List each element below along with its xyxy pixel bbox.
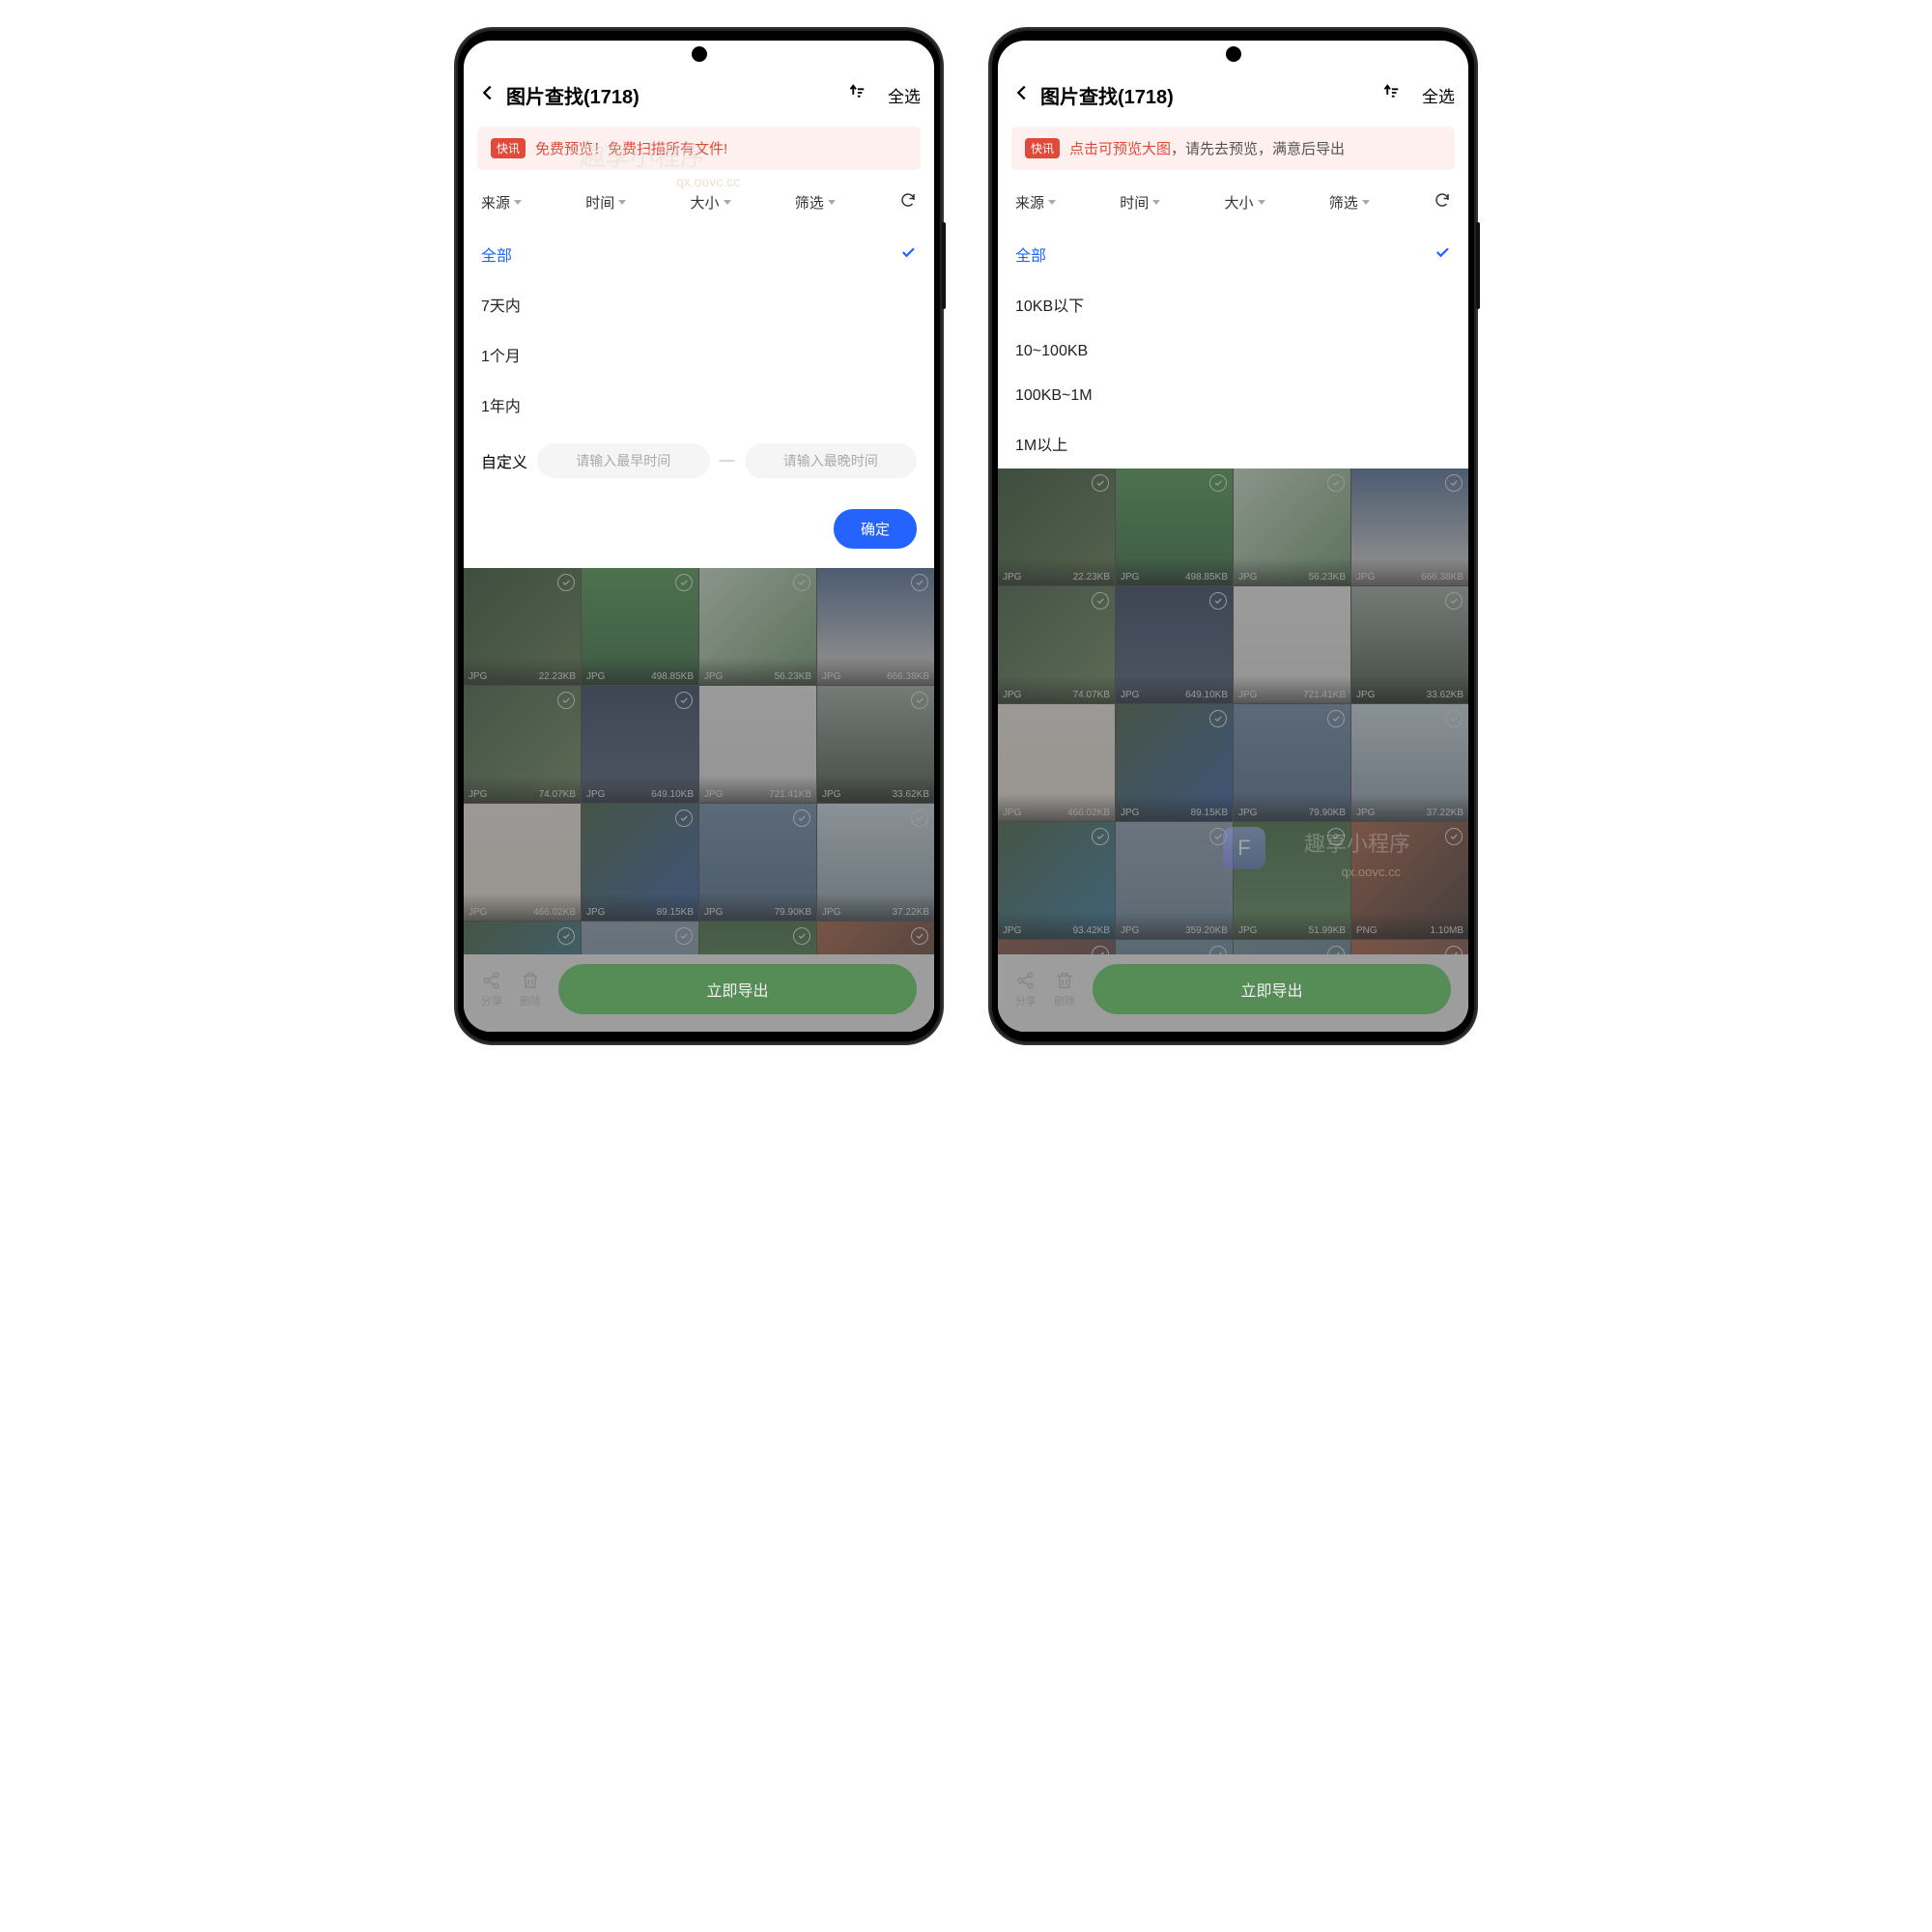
share-button[interactable]: 分享	[1015, 970, 1037, 1009]
range-dash: —	[720, 452, 735, 469]
banner-text: 免费预览！免费扫描所有文件!	[535, 138, 727, 158]
filter-bar: 来源 时间 大小 筛选	[998, 180, 1468, 229]
filter-time[interactable]: 时间	[585, 192, 690, 213]
option-1year[interactable]: 1年内	[481, 380, 917, 430]
option-1m[interactable]: 100KB~1M	[1015, 374, 1451, 418]
camera-notch	[692, 46, 707, 62]
phone-right: 图片查找(1718) 全选 快讯 点击可预览大图，请先去预览，满意后导出 来源 …	[990, 29, 1476, 1043]
chevron-down-icon	[618, 200, 626, 205]
refresh-icon[interactable]	[1434, 191, 1451, 213]
news-banner: 快讯 点击可预览大图，请先去预览，满意后导出	[1011, 127, 1455, 170]
filter-source[interactable]: 来源	[481, 192, 585, 213]
option-all[interactable]: 全部	[1015, 229, 1451, 279]
phone-left: 图片查找(1718) 全选 趣享小程序 qx.oovc.cc 快讯 免费预览！免…	[456, 29, 942, 1043]
filter-more[interactable]: 筛选	[795, 192, 899, 213]
size-filter-panel: 全部 10KB以下 10~100KB 100KB~1M 1M以上	[998, 229, 1468, 469]
chevron-down-icon	[1258, 200, 1265, 205]
chevron-down-icon	[1152, 200, 1160, 205]
chevron-down-icon	[1048, 200, 1056, 205]
bottom-toolbar: 分享 删除 立即导出	[464, 954, 934, 1032]
chevron-down-icon	[828, 200, 836, 205]
delete-button[interactable]: 删除	[520, 970, 541, 1009]
confirm-row: 确定	[481, 492, 917, 568]
bottom-toolbar: 分享 删除 立即导出	[998, 954, 1468, 1032]
custom-label: 自定义	[481, 449, 527, 472]
option-1month[interactable]: 1个月	[481, 329, 917, 380]
sort-icon[interactable]	[1379, 82, 1401, 108]
option-10kb[interactable]: 10KB以下	[1015, 279, 1451, 329]
select-all-button[interactable]: 全选	[888, 83, 921, 107]
confirm-button[interactable]: 确定	[834, 509, 917, 549]
chevron-down-icon	[1362, 200, 1370, 205]
camera-notch	[1226, 46, 1241, 62]
time-filter-panel: 全部 7天内 1个月 1年内 自定义 请输入最早时间 — 请输入最晚时间 确定	[464, 229, 934, 568]
check-icon	[899, 243, 917, 266]
page-title: 图片查找(1718)	[506, 81, 838, 109]
filter-more[interactable]: 筛选	[1329, 192, 1434, 213]
header: 图片查找(1718) 全选	[464, 73, 934, 117]
header: 图片查找(1718) 全选	[998, 73, 1468, 117]
select-all-button[interactable]: 全选	[1422, 83, 1455, 107]
page-title: 图片查找(1718)	[1040, 81, 1372, 109]
chevron-down-icon	[724, 200, 731, 205]
export-button[interactable]: 立即导出	[558, 964, 917, 1014]
export-button[interactable]: 立即导出	[1093, 964, 1451, 1014]
option-custom: 自定义 请输入最早时间 — 请输入最晚时间	[481, 430, 917, 492]
option-7days[interactable]: 7天内	[481, 279, 917, 329]
earliest-time-input[interactable]: 请输入最早时间	[537, 443, 710, 478]
news-badge: 快讯	[1025, 138, 1060, 158]
share-button[interactable]: 分享	[481, 970, 502, 1009]
filter-time[interactable]: 时间	[1120, 192, 1224, 213]
image-grid: JPG22.23KBJPG498.85KBJPG56.23KBJPG666.38…	[464, 568, 934, 954]
watermark-f-icon: F	[1223, 827, 1265, 869]
check-icon	[1434, 243, 1451, 266]
delete-button[interactable]: 删除	[1054, 970, 1075, 1009]
screen-left: 图片查找(1718) 全选 趣享小程序 qx.oovc.cc 快讯 免费预览！免…	[464, 41, 934, 1032]
back-icon[interactable]	[1011, 82, 1033, 108]
watermark-url: qx.oovc.cc	[676, 174, 740, 189]
option-all[interactable]: 全部	[481, 229, 917, 279]
option-above1m[interactable]: 1M以上	[1015, 418, 1451, 469]
back-icon[interactable]	[477, 82, 498, 108]
image-grid: JPG22.23KBJPG498.85KBJPG56.23KBJPG666.38…	[998, 469, 1468, 954]
watermark-url: qx.oovc.cc	[1342, 865, 1401, 879]
banner-text: 点击可预览大图，请先去预览，满意后导出	[1069, 138, 1345, 158]
sort-icon[interactable]	[845, 82, 867, 108]
filter-source[interactable]: 来源	[1015, 192, 1120, 213]
news-badge: 快讯	[491, 138, 526, 158]
latest-time-input[interactable]: 请输入最晚时间	[745, 443, 918, 478]
grid-dim-overlay	[464, 568, 934, 954]
option-100kb[interactable]: 10~100KB	[1015, 329, 1451, 374]
filter-size[interactable]: 大小	[691, 192, 795, 213]
screen-right: 图片查找(1718) 全选 快讯 点击可预览大图，请先去预览，满意后导出 来源 …	[998, 41, 1468, 1032]
news-banner: 快讯 免费预览！免费扫描所有文件!	[477, 127, 921, 170]
watermark-text: 趣享小程序	[1304, 827, 1410, 858]
filter-size[interactable]: 大小	[1225, 192, 1329, 213]
refresh-icon[interactable]	[899, 191, 917, 213]
chevron-down-icon	[514, 200, 522, 205]
grid-dim-overlay	[998, 469, 1468, 954]
